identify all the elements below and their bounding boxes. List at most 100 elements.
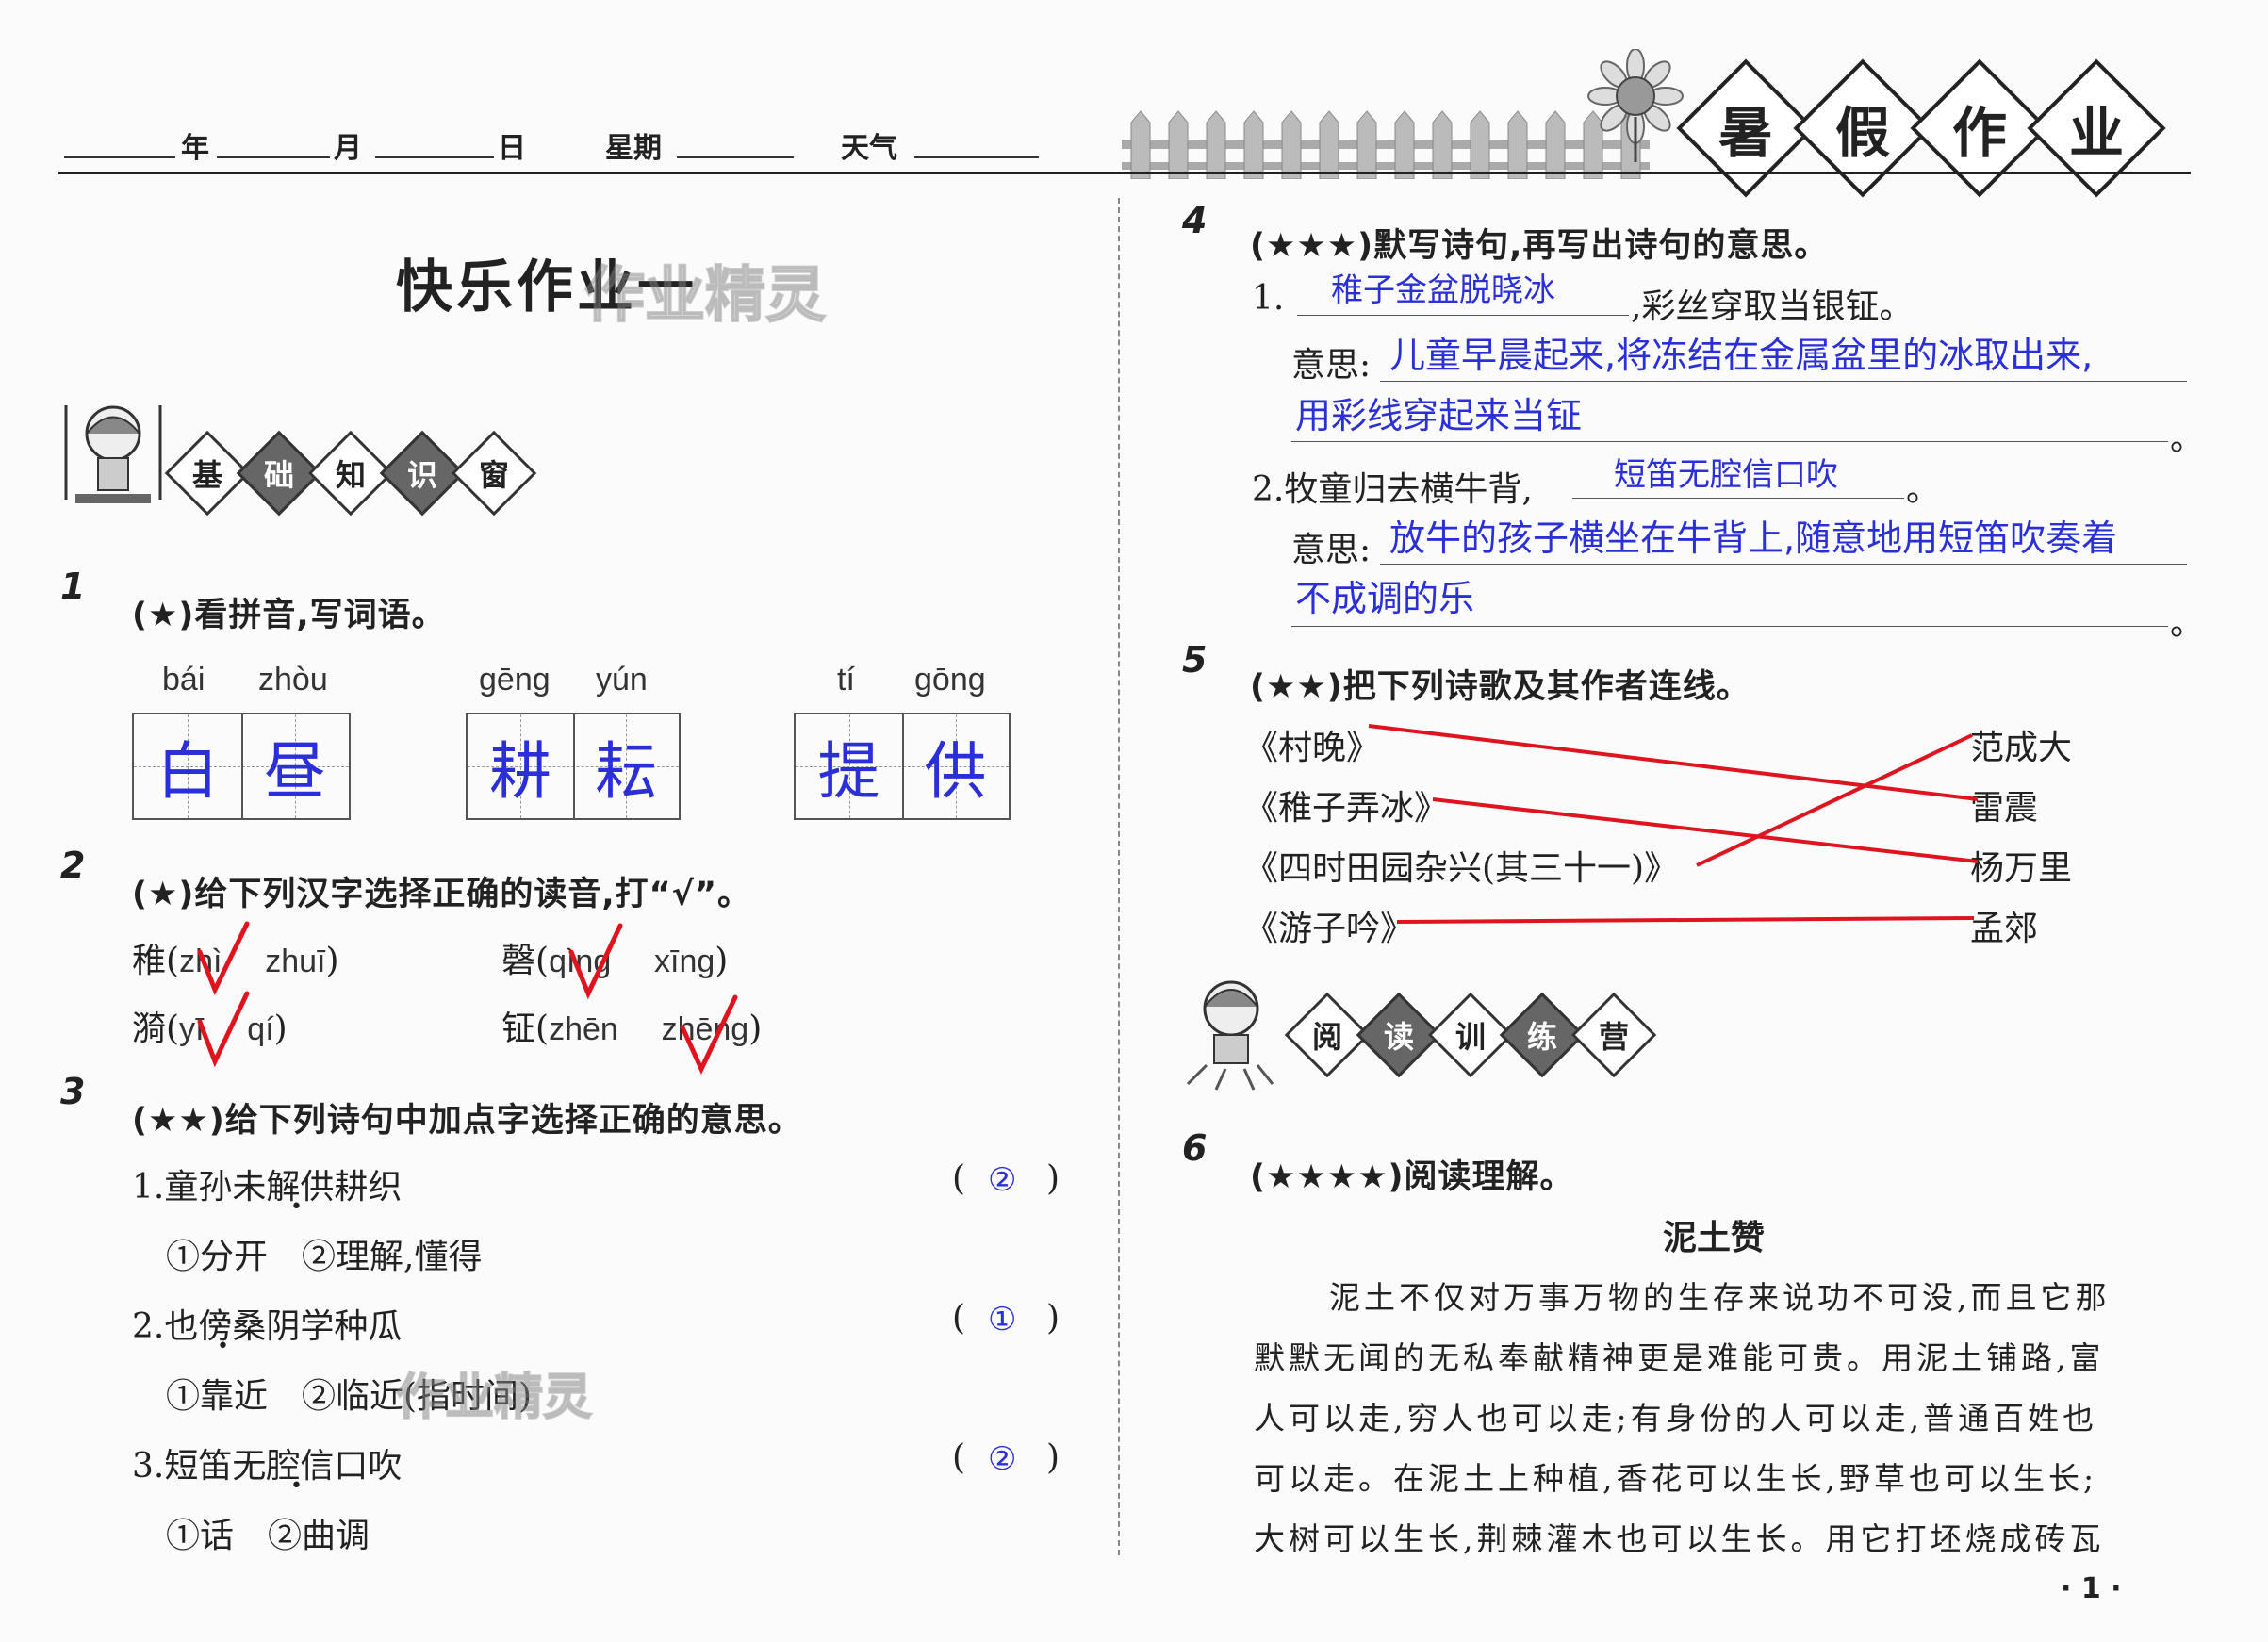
reading-option-row: 钲(zhēn zhēng)	[501, 1010, 763, 1048]
fence-decoration	[1122, 110, 1650, 179]
answer-char: 供	[924, 735, 987, 808]
passage-line: 默默无闻的无私奉献精神更是难能可贵。用泥土铺路,富	[1254, 1339, 2105, 1376]
char: 磬	[501, 942, 536, 980]
writing-grid: 白 昼	[132, 713, 351, 820]
paren: )	[1046, 1299, 1060, 1338]
meaning-text: 放牛的孩子横坐在牛背上,随意地用短笛吹奏着	[1389, 517, 2118, 559]
question-number: 1	[60, 566, 86, 607]
pinyin: gōng	[914, 662, 986, 698]
answer: ②	[988, 1440, 1017, 1478]
poem-line: 2.牧童归去横牛背,	[1252, 470, 1533, 509]
question-6-text: (★★★★)阅读理解。	[1250, 1158, 1574, 1196]
header-rule	[58, 172, 2191, 174]
reading-kid-icon	[1186, 980, 1274, 1091]
question-number: 4	[1182, 200, 1208, 241]
meaning-label: 意思:	[1291, 531, 1372, 569]
question-2-text: (★)给下列汉字选择正确的读音,打“√”。	[132, 876, 752, 913]
emphasis-dot: •	[290, 1474, 303, 1498]
poem-title: 《村晚》	[1244, 729, 1381, 767]
kid-on-swing-icon	[64, 405, 162, 503]
meaning-text: 不成调的乐	[1295, 578, 1475, 619]
badge-char: 窗	[451, 430, 537, 517]
paren: )	[1046, 1159, 1060, 1198]
passage-title: 泥土赞	[1663, 1219, 1766, 1257]
paren: (	[952, 1159, 966, 1198]
answer-char: 耕	[489, 735, 551, 808]
pinyin: bái	[162, 662, 205, 698]
month-label: 月	[334, 132, 362, 165]
char: 漪	[132, 1010, 167, 1048]
pinyin: yún	[596, 662, 648, 698]
summer-homework-banner: 暑 假 作 业	[1676, 58, 2166, 198]
period: 。	[1906, 470, 1941, 509]
poem-line: 2.也傍桑阴学种瓜	[132, 1307, 403, 1346]
poem-title: 《四时田园杂兴(其三十一)》	[1244, 849, 1679, 888]
meaning-text: 儿童早晨起来,将冻结在金属盆里的冰取出来,	[1389, 335, 2094, 376]
author-name: 雷震	[1970, 789, 2039, 828]
poem-line: 1.童孙未解供耕织	[132, 1168, 403, 1207]
char: 稚	[132, 942, 167, 980]
pinyin: gēng	[479, 662, 551, 698]
poem-title: 《稚子弄冰》	[1244, 789, 1449, 828]
writing-grid: 耕 耘	[466, 713, 681, 820]
item-prefix: 1.	[1252, 279, 1285, 318]
question-number: 6	[1182, 1127, 1208, 1169]
question-3-text: (★★)给下列诗句中加点字选择正确的意思。	[132, 1102, 802, 1140]
writing-grid: 提 供	[794, 713, 1011, 820]
passage-line: 泥土不仅对万事万物的生存来说功不可没,而且它那	[1329, 1279, 2111, 1316]
paren: (	[952, 1438, 966, 1477]
section-badge-reading-camp: 阅 读 训 练 营	[1284, 992, 1657, 1078]
question-1-text: (★)看拼音,写词语。	[132, 597, 446, 634]
poem-continuation: ,彩丝穿取当银钲。	[1631, 287, 1914, 326]
meaning-label: 意思:	[1291, 346, 1372, 385]
period: 。	[2170, 604, 2205, 643]
reading-option-row: 漪(yī qí)	[132, 1010, 288, 1048]
author-name: 杨万里	[1970, 849, 2073, 888]
question-number: 2	[60, 845, 86, 886]
column-divider	[1118, 198, 1120, 1555]
banner-char: 业	[2027, 58, 2166, 198]
reading-option-row: 稚(zhì zhuī)	[132, 942, 339, 980]
section-badge-basic-knowledge: 基 础 知 识 窗	[164, 430, 537, 517]
year-label: 年	[181, 132, 209, 165]
author-name: 范成大	[1970, 729, 2073, 767]
weekday-label: 星期	[605, 132, 662, 165]
pinyin: zhòu	[258, 662, 328, 698]
badge-char: 营	[1570, 992, 1657, 1078]
answer: ①	[988, 1301, 1017, 1338]
options: ①分开 ②理解,懂得	[166, 1238, 483, 1276]
question-number: 5	[1182, 639, 1208, 681]
author-name: 孟郊	[1970, 910, 2039, 948]
answer-char: 白	[156, 735, 219, 808]
passage-line: 大树可以生长,荆棘灌木也可以生长。用它打坯烧成砖瓦	[1254, 1520, 2105, 1557]
passage-line: 可以走。在泥土上种植,香花可以生长,野草也可以生长;	[1254, 1460, 2098, 1497]
answer-char: 提	[817, 735, 880, 808]
char: 钲	[501, 1010, 536, 1048]
recited-line: 稚子金盆脱晓冰	[1331, 271, 1555, 309]
poem-title: 《游子吟》	[1244, 910, 1415, 948]
watermark: 作业精灵	[583, 260, 827, 332]
watermark: 作业精灵	[395, 1369, 593, 1427]
poem-line: 3.短笛无腔信口吹	[132, 1447, 403, 1486]
emphasis-dot: •	[290, 1195, 303, 1219]
pinyin: tí	[837, 662, 855, 698]
day-label: 日	[498, 132, 526, 165]
reading-option-row: 磬(qìng xīng)	[501, 942, 729, 980]
paren: (	[952, 1299, 966, 1338]
match-line	[1696, 733, 1973, 867]
recited-line: 短笛无腔信口吹	[1614, 456, 1838, 494]
answer: ②	[988, 1161, 1017, 1199]
passage-line: 人可以走,穷人也可以走;有身份的人可以走,普通百姓也	[1254, 1400, 2098, 1437]
meaning-text: 用彩线穿起来当钲	[1295, 395, 1583, 436]
options: ①话 ②曲调	[166, 1517, 370, 1555]
answer-char: 昼	[264, 735, 326, 808]
page-number: · 1 ·	[2061, 1572, 2122, 1605]
question-number: 3	[60, 1071, 86, 1112]
paren: )	[1046, 1438, 1060, 1477]
sunflower-icon	[1587, 49, 1684, 162]
match-line	[1396, 916, 1975, 924]
emphasis-dot: •	[217, 1335, 229, 1358]
period: 。	[2170, 419, 2205, 458]
question-4-text: (★★★)默写诗句,再写出诗句的意思。	[1250, 227, 1829, 265]
answer-char: 耘	[595, 735, 657, 808]
